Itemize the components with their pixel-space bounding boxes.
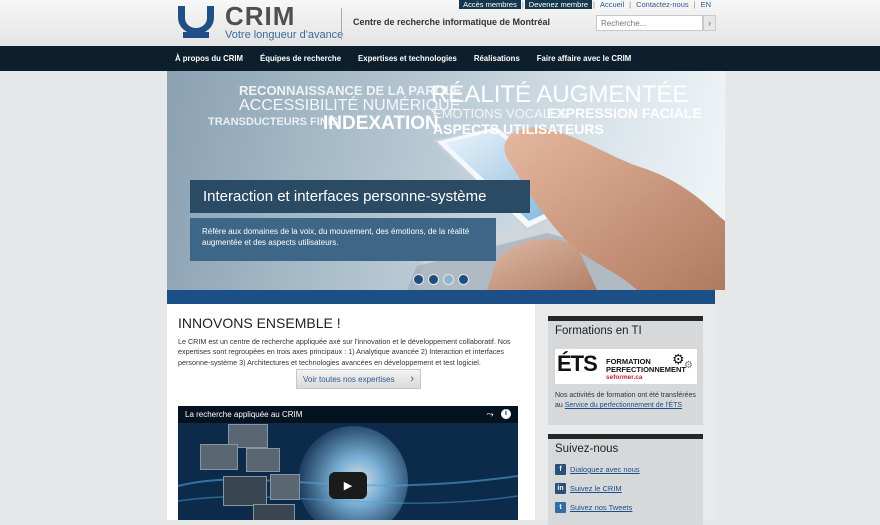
ets-line-perfectionnement: PERFECTIONNEMENT <box>606 365 687 374</box>
hero-keyword: RECONNAISSANCE DE LA PAROLE <box>239 83 462 98</box>
ets-logo-banner[interactable]: ÉTS ⚙ ⚙ FORMATION PERFECTIONNEMENT sefor… <box>555 349 697 384</box>
org-name: Centre de recherche informatique de Mont… <box>353 17 551 27</box>
formations-box: Formations en TI ÉTS ⚙ ⚙ FORMATION PERFE… <box>548 316 703 425</box>
link-home[interactable]: Accueil <box>596 0 628 9</box>
nav-item-expertise[interactable]: Expertises et technologies <box>358 54 457 63</box>
hero-bottom-strip <box>167 290 715 304</box>
intro-text: Le CRIM est un centre de recherche appli… <box>178 337 511 367</box>
search-box: › <box>596 15 716 33</box>
see-expertise-button[interactable]: Voir toutes nos expertises › <box>296 369 421 389</box>
social-link-label: Suivez le CRIM <box>570 484 622 493</box>
ets-logo: ÉTS <box>557 351 598 376</box>
hero-keyword: EXPRESSION FACIALE <box>547 105 702 121</box>
video-thumb <box>200 444 238 470</box>
formations-title: Formations en TI <box>555 325 642 337</box>
ets-service-link[interactable]: Service du perfectionnement de l'ÉTS <box>565 402 682 409</box>
video-thumb <box>223 476 267 506</box>
hero-slider[interactable]: RECONNAISSANCE DE LA PAROLE ACCESSIBILIT… <box>167 71 725 290</box>
video-title: La recherche appliquée au CRIM <box>185 410 303 419</box>
linkedin-icon: in <box>555 483 566 494</box>
chevron-right-icon: › <box>708 18 711 28</box>
slider-dot[interactable] <box>413 274 424 285</box>
hero-keyword: ASPECTS UTILISATEURS <box>433 121 604 137</box>
logo-name: CRIM <box>225 1 296 31</box>
hero-keyword: INDEXATION <box>323 113 439 134</box>
chevron-right-icon: › <box>410 373 414 385</box>
nav-item-achievements[interactable]: Réalisations <box>474 54 520 63</box>
social-link-facebook[interactable]: f Dialoguez avec nous <box>555 464 640 475</box>
video-title-bar: La recherche appliquée au CRIM <box>178 406 518 423</box>
slider-dot[interactable] <box>458 274 469 285</box>
video-actions: ⤳ i <box>485 409 511 419</box>
formations-text: Nos activités de formation ont été trans… <box>555 391 700 411</box>
link-become-member[interactable]: Devenez membre <box>524 0 592 9</box>
play-icon: ▶ <box>343 480 353 492</box>
top-links: Accès membres | Devenez membre | Accueil… <box>459 0 715 9</box>
video-player[interactable]: La recherche appliquée au CRIM ⤳ i ▶ <box>178 406 518 520</box>
social-box: Suivez-nous f Dialoguez avec nous in Sui… <box>548 434 703 525</box>
slider-dot[interactable] <box>428 274 439 285</box>
crim-logo-icon <box>178 6 214 38</box>
header-divider <box>341 8 342 40</box>
main-nav: À propos du CRIM Équipes de recherche Ex… <box>0 46 880 71</box>
main-content: INNOVONS ENSEMBLE ! Le CRIM est un centr… <box>167 304 535 520</box>
slider-dot-active[interactable] <box>443 274 454 285</box>
social-link-label: Suivez nos Tweets <box>570 503 633 512</box>
facebook-icon: f <box>555 464 566 475</box>
sidebar: Formations en TI ÉTS ⚙ ⚙ FORMATION PERFE… <box>535 304 715 525</box>
search-input[interactable] <box>596 15 703 31</box>
social-link-linkedin[interactable]: in Suivez le CRIM <box>555 483 622 494</box>
see-expertise-label: Voir toutes nos expertises <box>303 374 395 384</box>
ets-line-site: seformer.ca <box>606 374 643 381</box>
video-thumb <box>270 474 300 500</box>
video-thumb <box>246 448 280 472</box>
social-link-twitter[interactable]: t Suivez nos Tweets <box>555 502 632 513</box>
crim-logo[interactable]: CRIM Votre longueur d'avance <box>175 1 344 42</box>
link-member-access[interactable]: Accès membres <box>459 0 521 9</box>
logo-tagline: Votre longueur d'avance <box>225 29 344 41</box>
video-thumb <box>253 504 295 520</box>
nav-item-about[interactable]: À propos du CRIM <box>175 54 243 63</box>
slider-dots <box>413 274 469 285</box>
nav-item-research-teams[interactable]: Équipes de recherche <box>260 54 341 63</box>
hero-caption-text: Réfère aux domaines de la voix, du mouve… <box>190 218 496 261</box>
page-title: INNOVONS ENSEMBLE ! <box>178 315 341 331</box>
share-icon[interactable]: ⤳ <box>485 409 495 419</box>
twitter-icon: t <box>555 502 566 513</box>
hero-keyword: TRANSDUCTEURS FINIS <box>208 116 339 128</box>
search-submit-button[interactable]: › <box>703 15 716 31</box>
social-link-label: Dialoguez avec nous <box>570 465 640 474</box>
nav-item-business[interactable]: Faire affaire avec le CRIM <box>537 54 631 63</box>
info-icon[interactable]: i <box>501 409 511 419</box>
hero-caption-title[interactable]: Interaction et interfaces personne-systè… <box>190 180 530 213</box>
play-button[interactable]: ▶ <box>329 472 367 499</box>
link-contact[interactable]: Contactez-nous <box>632 0 693 9</box>
link-english[interactable]: EN <box>697 0 715 9</box>
social-title: Suivez-nous <box>555 443 619 455</box>
